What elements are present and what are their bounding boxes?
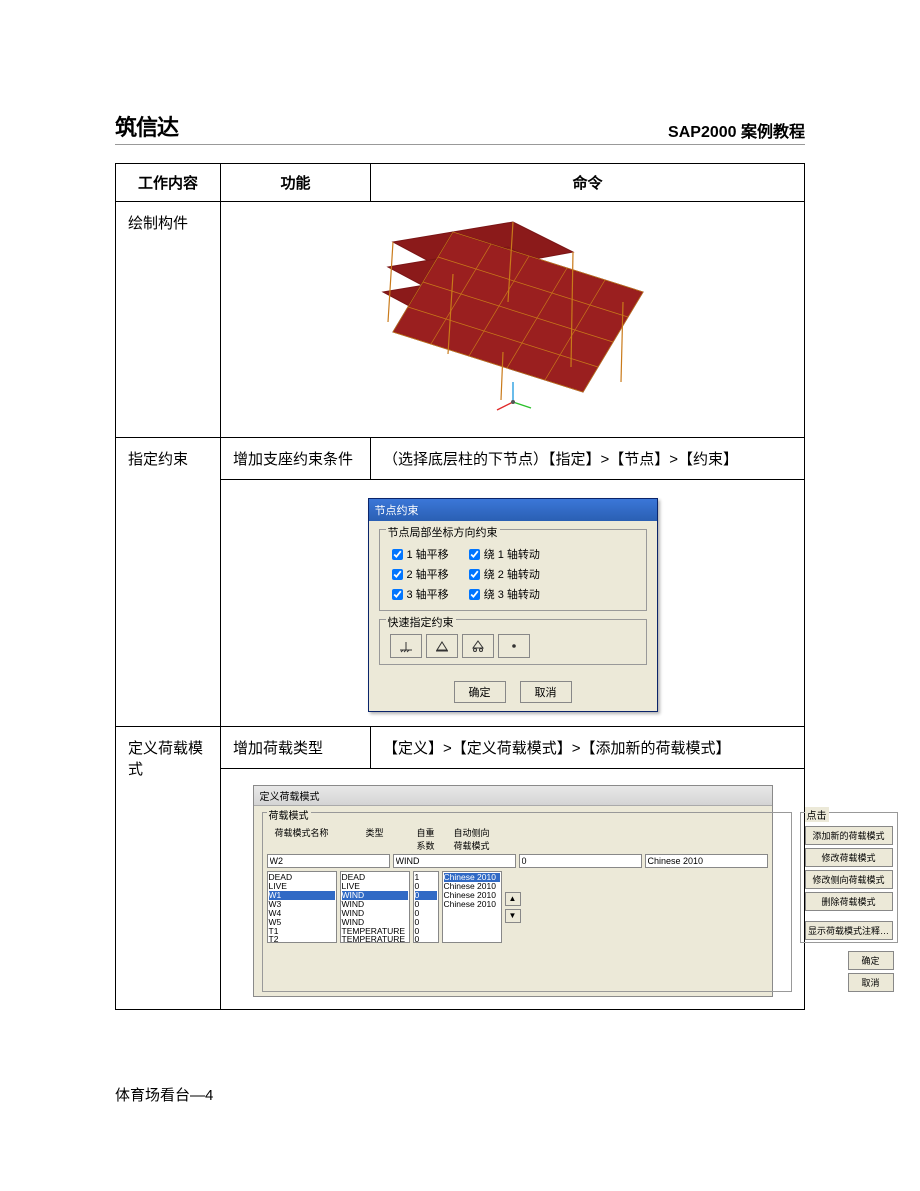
row3-c1: 定义荷载模式: [116, 727, 221, 1010]
list-type[interactable]: DEADLIVEWINDWINDWINDWINDTEMPERATURETEMPE…: [340, 871, 410, 943]
structural-model-3d: [323, 212, 683, 412]
hdr-auto: 自动侧向 荷载模式: [442, 826, 502, 852]
th-work: 工作内容: [116, 164, 221, 202]
logo: 筑信达: [115, 110, 178, 142]
page-footer: 体育场看台—4: [115, 1084, 213, 1105]
hdr-name: 荷载模式名称: [267, 826, 337, 852]
input-name[interactable]: [267, 854, 390, 868]
dialog1-title: 节点约束: [369, 499, 657, 521]
dlg2-ok-button[interactable]: 确定: [848, 951, 894, 970]
input-self[interactable]: [519, 854, 642, 868]
row1-illus: [221, 202, 805, 438]
page-header: 筑信达 SAP2000 案例教程: [115, 110, 805, 145]
hdr-self: 自重 系数: [413, 826, 439, 852]
dlg2-left-legend: 荷载模式: [267, 807, 311, 822]
dlg2-right-legend: 点击: [805, 807, 829, 822]
chk-u2[interactable]: 2 轴平移: [392, 566, 449, 582]
quick-roller-button[interactable]: [462, 634, 494, 658]
chk-r1[interactable]: 绕 1 轴转动: [469, 546, 540, 562]
cancel-button[interactable]: 取消: [520, 681, 572, 703]
row2-c2: 增加支座约束条件: [221, 438, 371, 480]
doc-title: SAP2000 案例教程: [668, 118, 805, 142]
delete-load-button[interactable]: 删除荷载模式: [805, 892, 893, 911]
row1-c1: 绘制构件: [116, 202, 221, 438]
chk-u1[interactable]: 1 轴平移: [392, 546, 449, 562]
dialog2-title: 定义荷载模式: [254, 786, 772, 806]
row2-c1: 指定约束: [116, 438, 221, 727]
hdr-type: 类型: [340, 826, 410, 852]
list-name[interactable]: DEADLIVEW1W3W4W5T1T2SNOW: [267, 871, 337, 943]
ok-button[interactable]: 确定: [454, 681, 506, 703]
input-auto[interactable]: [645, 854, 768, 868]
load-pattern-dialog: 定义荷载模式 荷载模式 荷载模式名称 类型 自重 系数 自动侧向 荷载模式: [253, 785, 773, 997]
quick-fixed-button[interactable]: [390, 634, 422, 658]
chk-u3[interactable]: 3 轴平移: [392, 586, 449, 602]
row2-dialog: 节点约束 节点局部坐标方向约束 1 轴平移 绕 1 轴转动 2 轴平移: [221, 480, 805, 727]
quick-free-button[interactable]: [498, 634, 530, 658]
modify-load-button[interactable]: 修改荷载模式: [805, 848, 893, 867]
main-table: 工作内容 功能 命令 绘制构件: [115, 163, 805, 1010]
row2-c3: （选择底层柱的下节点）【指定】>【节点】>【约束】: [371, 438, 805, 480]
list-self[interactable]: 100000000: [413, 871, 439, 943]
show-notes-button[interactable]: 显示荷载模式注释…: [805, 921, 893, 940]
chk-r2[interactable]: 绕 2 轴转动: [469, 566, 540, 582]
group2-legend: 快速指定约束: [386, 614, 456, 630]
th-cmd: 命令: [371, 164, 805, 202]
modify-lateral-button[interactable]: 修改侧向荷载模式: [805, 870, 893, 889]
joint-restraint-dialog: 节点约束 节点局部坐标方向约束 1 轴平移 绕 1 轴转动 2 轴平移: [368, 498, 658, 712]
dlg2-cancel-button[interactable]: 取消: [848, 973, 894, 992]
quick-pinned-button[interactable]: [426, 634, 458, 658]
chk-r3[interactable]: 绕 3 轴转动: [469, 586, 540, 602]
row3-c3: 【定义】>【定义荷载模式】>【添加新的荷载模式】: [371, 727, 805, 769]
row3-dialog: 定义荷载模式 荷载模式 荷载模式名称 类型 自重 系数 自动侧向 荷载模式: [221, 769, 805, 1010]
move-down-button[interactable]: ▼: [505, 909, 521, 923]
move-up-button[interactable]: ▲: [505, 892, 521, 906]
row3-c2: 增加荷载类型: [221, 727, 371, 769]
add-load-button[interactable]: 添加新的荷载模式: [805, 826, 893, 845]
group1-legend: 节点局部坐标方向约束: [386, 524, 500, 540]
list-auto[interactable]: Chinese 2010Chinese 2010Chinese 2010Chin…: [442, 871, 502, 943]
th-func: 功能: [221, 164, 371, 202]
input-type[interactable]: [393, 854, 516, 868]
